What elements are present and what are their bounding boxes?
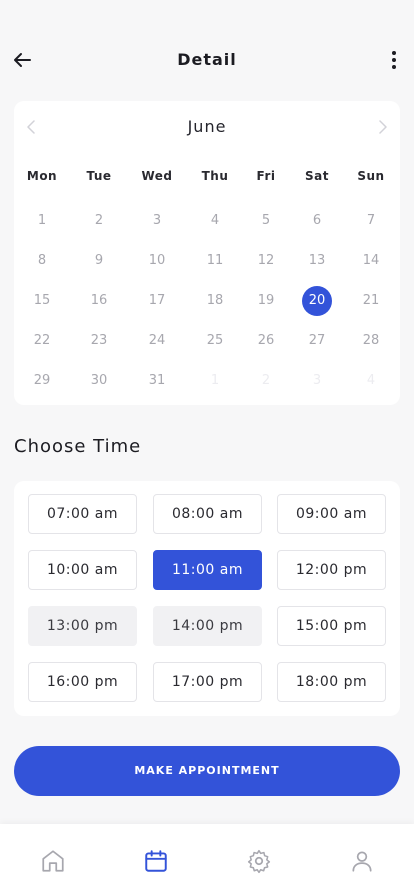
more-options-button[interactable] xyxy=(382,48,406,72)
time-slot[interactable]: 18:00 pm xyxy=(277,662,386,702)
time-slot[interactable]: 16:00 pm xyxy=(28,662,137,702)
calendar-icon[interactable] xyxy=(143,848,169,874)
calendar-day[interactable]: 16 xyxy=(83,287,115,315)
time-slot[interactable]: 12:00 pm xyxy=(277,550,386,590)
page-title: Detail xyxy=(177,50,237,69)
calendar-day[interactable]: 28 xyxy=(355,327,387,355)
weekday-label: Wed xyxy=(141,169,173,183)
calendar-day[interactable]: 8 xyxy=(26,247,58,275)
time-slot-selected[interactable]: 11:00 am xyxy=(153,550,262,590)
month-header: June xyxy=(14,115,400,139)
weekday-label: Tue xyxy=(86,169,112,183)
calendar-day[interactable]: 19 xyxy=(250,287,282,315)
chevron-right-icon[interactable] xyxy=(374,119,390,135)
time-slot[interactable]: 10:00 am xyxy=(28,550,137,590)
calendar-day[interactable]: 10 xyxy=(141,247,173,275)
time-slot-unavailable: 14:00 pm xyxy=(153,606,262,646)
more-vertical-icon xyxy=(392,51,396,69)
calendar-day[interactable]: 22 xyxy=(26,327,58,355)
time-slot-unavailable: 13:00 pm xyxy=(28,606,137,646)
calendar-day[interactable]: 3 xyxy=(141,207,173,235)
time-slot[interactable]: 15:00 pm xyxy=(277,606,386,646)
month-label: June xyxy=(187,117,227,136)
calendar-day[interactable]: 26 xyxy=(250,327,282,355)
choose-time-heading: Choose Time xyxy=(14,436,142,457)
weekday-label: Fri xyxy=(256,169,276,183)
calendar-day[interactable]: 24 xyxy=(141,327,173,355)
bottom-navigation xyxy=(0,824,414,896)
calendar-day[interactable]: 30 xyxy=(83,367,115,395)
calendar-day-next-month: 2 xyxy=(261,373,271,388)
calendar-day[interactable]: 1 xyxy=(26,207,58,235)
gear-icon[interactable] xyxy=(246,848,272,874)
time-slot-grid: 07:00 am 08:00 am 09:00 am 10:00 am 11:0… xyxy=(14,481,400,716)
calendar-day[interactable]: 27 xyxy=(301,327,333,355)
calendar-day-next-month: 3 xyxy=(312,373,322,388)
time-slot[interactable]: 07:00 am xyxy=(28,494,137,534)
time-slot[interactable]: 17:00 pm xyxy=(153,662,262,702)
calendar-day[interactable]: 25 xyxy=(199,327,231,355)
calendar-day[interactable]: 2 xyxy=(83,207,115,235)
app-header: Detail xyxy=(0,40,414,80)
calendar-day-next-month: 4 xyxy=(366,373,376,388)
calendar-day[interactable]: 7 xyxy=(355,207,387,235)
weekday-row: Mon Tue Wed Thu Fri Sat Sun xyxy=(14,169,400,187)
calendar-day[interactable]: 5 xyxy=(250,207,282,235)
calendar-day[interactable]: 11 xyxy=(199,247,231,275)
calendar-day[interactable]: 21 xyxy=(355,287,387,315)
user-icon[interactable] xyxy=(349,848,375,874)
calendar-day[interactable]: 29 xyxy=(26,367,58,395)
calendar-day[interactable]: 9 xyxy=(83,247,115,275)
calendar-day[interactable]: 23 xyxy=(83,327,115,355)
calendar-day[interactable]: 4 xyxy=(199,207,231,235)
weekday-label: Thu xyxy=(201,169,229,183)
calendar-day[interactable]: 6 xyxy=(301,207,333,235)
make-appointment-button[interactable]: MAKE APPOINTMENT xyxy=(14,746,400,796)
calendar-day[interactable]: 17 xyxy=(141,287,173,315)
weekday-label: Sat xyxy=(305,169,329,183)
time-slot[interactable]: 09:00 am xyxy=(277,494,386,534)
calendar-day[interactable]: 12 xyxy=(250,247,282,275)
calendar-day[interactable]: 15 xyxy=(26,287,58,315)
calendar-day[interactable]: 14 xyxy=(355,247,387,275)
calendar-day-selected[interactable]: 20 xyxy=(302,286,332,316)
calendar-day[interactable]: 18 xyxy=(199,287,231,315)
time-slot[interactable]: 08:00 am xyxy=(153,494,262,534)
calendar-day[interactable]: 31 xyxy=(141,367,173,395)
calendar-day-next-month: 1 xyxy=(210,373,220,388)
weekday-label: Sun xyxy=(357,169,385,183)
weekday-label: Mon xyxy=(26,169,58,183)
home-icon[interactable] xyxy=(40,848,66,874)
calendar: June Mon Tue Wed Thu Fri Sat Sun 1 2 3 4… xyxy=(14,101,400,405)
calendar-day[interactable]: 13 xyxy=(301,247,333,275)
